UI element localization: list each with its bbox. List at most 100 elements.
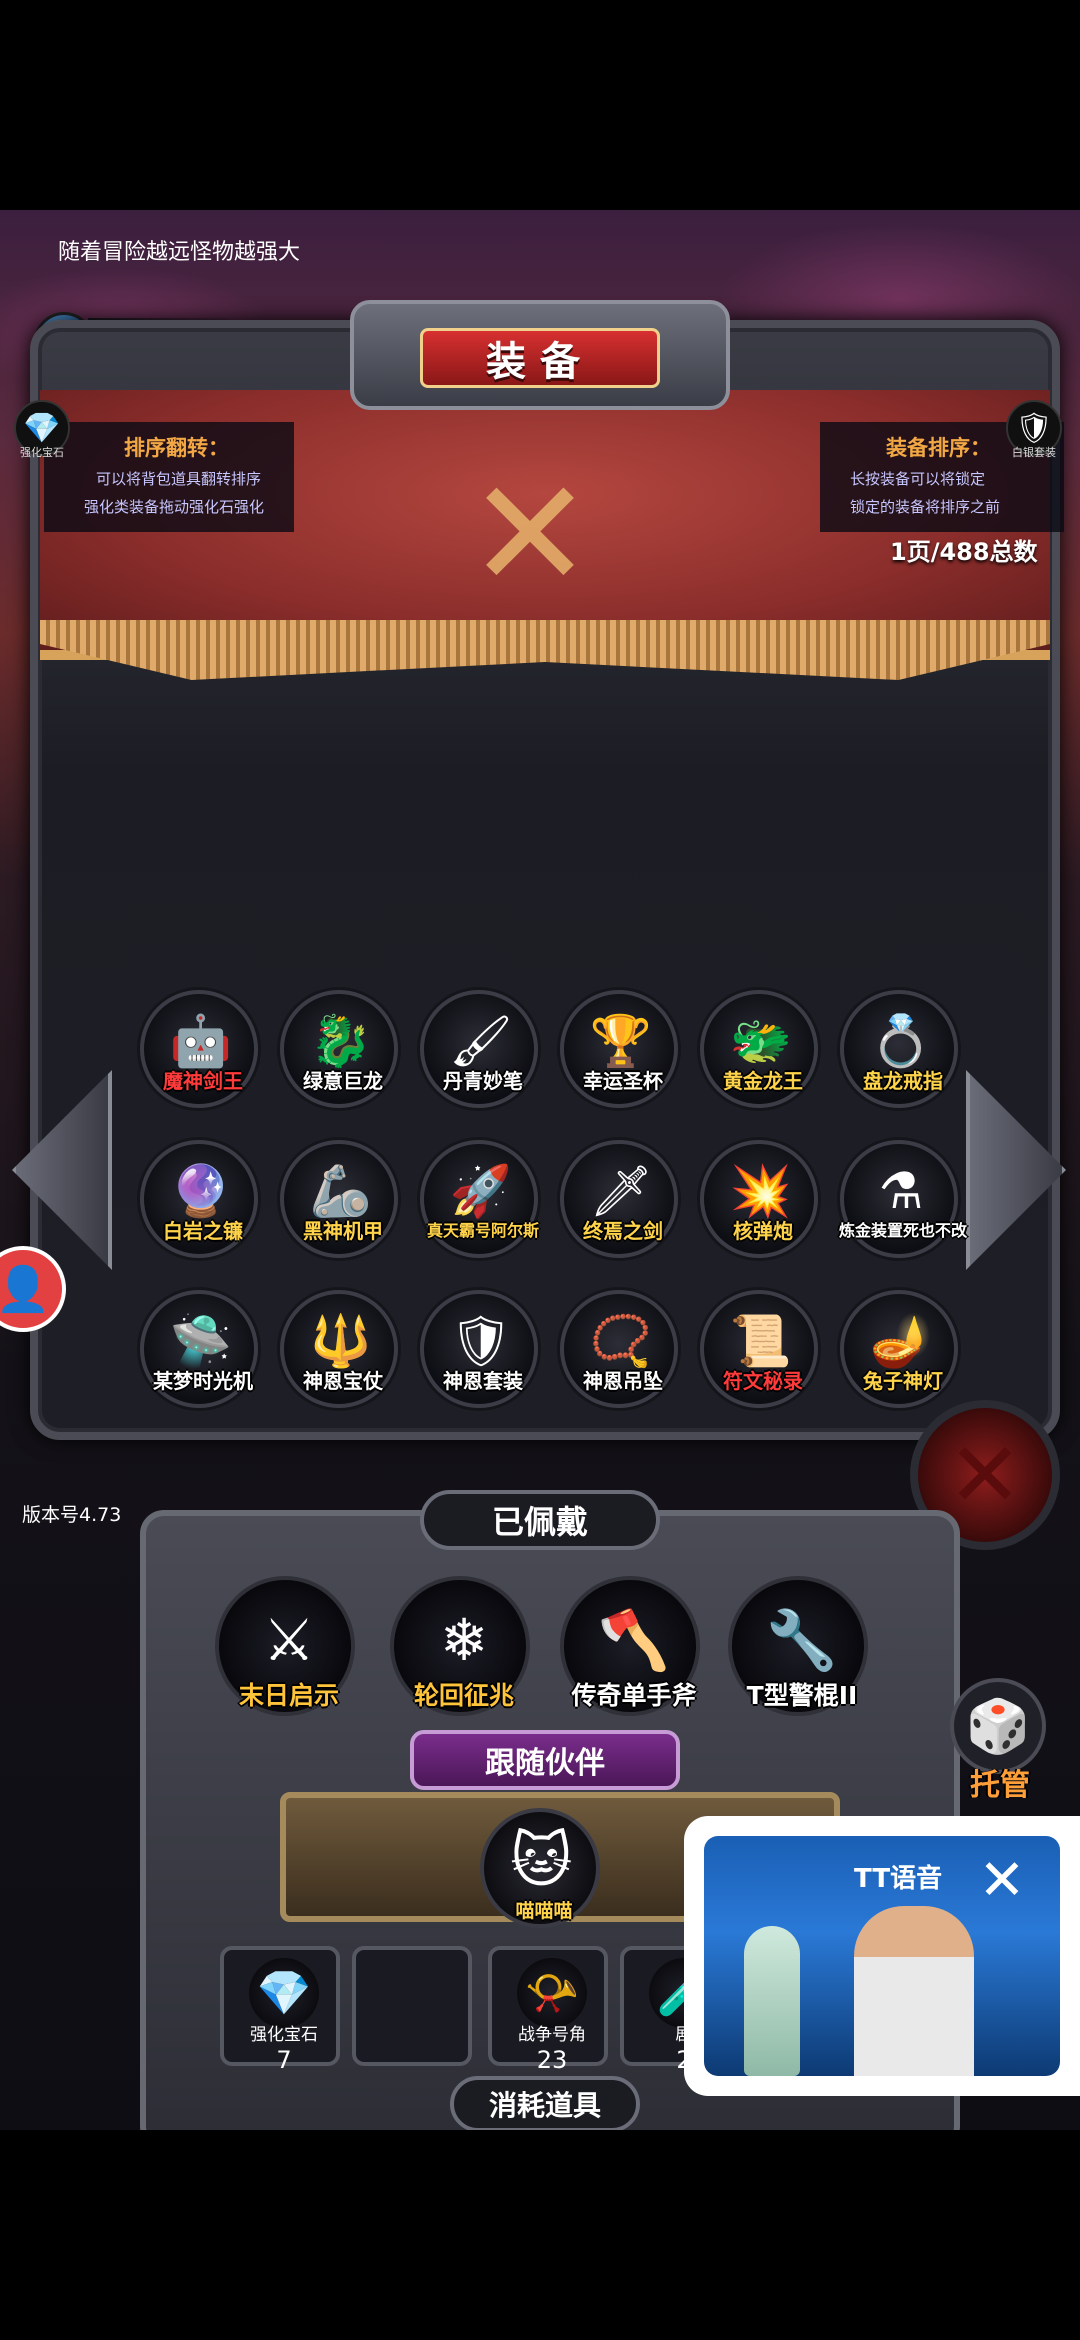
- consumable-count: 23: [536, 2046, 568, 2074]
- item-name: 盘龙戒指: [863, 1069, 943, 1093]
- enhance-gem-sort-icon[interactable]: 💎 强化宝石: [14, 400, 70, 459]
- item-name: 符文秘录: [723, 1369, 803, 1393]
- inventory-item[interactable]: 🛸 某梦时光机: [140, 1290, 258, 1408]
- top-hint: 随着冒险越远怪物越强大: [58, 240, 301, 265]
- item-name: 兔子神灯: [863, 1369, 943, 1393]
- equip-sort-line1: 长按装备可以将锁定: [850, 470, 986, 488]
- item-name: 魔神剑王: [163, 1069, 243, 1093]
- axe-icon: 🪓: [597, 1605, 671, 1674]
- inventory-item[interactable]: ⚗ 炼金装置死也不改: [839, 1140, 967, 1258]
- inventory-item[interactable]: 🔱 神恩宝仗: [280, 1290, 398, 1408]
- item-name: 幸运圣杯: [583, 1069, 663, 1093]
- item-name: 黑神机甲: [303, 1219, 383, 1243]
- sword-icon: 🗡: [589, 1161, 653, 1220]
- item-name: 炼金装置死也不改: [838, 1221, 967, 1240]
- equipped-name: 末日启示: [238, 1681, 339, 1710]
- item-name: 真天霸号阿尔斯: [426, 1221, 539, 1240]
- rune-book-icon: 📜: [729, 1311, 793, 1370]
- consumable-count: 7: [276, 2046, 292, 2074]
- inventory-item[interactable]: 🏆 幸运圣杯: [560, 990, 678, 1108]
- consumable-name: 强化宝石: [250, 2025, 318, 2045]
- item-name: 神恩吊坠: [583, 1369, 663, 1393]
- inventory-item[interactable]: 🐲 黄金龙王: [700, 990, 818, 1108]
- trophy: [744, 1926, 800, 2076]
- inventory-item[interactable]: 📜 符文秘录: [700, 1290, 818, 1408]
- inventory-item[interactable]: 💍 盘龙戒指: [840, 990, 958, 1108]
- inventory-item[interactable]: 🤖 魔神剑王: [140, 990, 258, 1108]
- ship-icon: 🚀: [449, 1161, 513, 1220]
- inventory-item[interactable]: 🛡 神恩套装: [420, 1290, 538, 1408]
- doom-axe-icon: ⚔: [263, 1606, 315, 1674]
- inventory-item[interactable]: 🚀 真天霸号阿尔斯: [420, 1140, 539, 1258]
- inventory-item[interactable]: 💥 核弹炮: [700, 1140, 818, 1258]
- auto-play-button[interactable]: 🎲 托管: [950, 1678, 1050, 1804]
- item-name: 某梦时光机: [153, 1369, 253, 1393]
- page-count: 1页/488总数: [890, 538, 1038, 566]
- follower-pet[interactable]: 🐱 喵喵喵: [480, 1808, 600, 1928]
- inventory-item[interactable]: 🐉 绿意巨龙: [280, 990, 398, 1108]
- cat-knight-icon: 🐱: [510, 1826, 573, 1896]
- robot-icon: 🤖: [169, 1011, 233, 1070]
- chalice-icon: 🏆: [589, 1011, 653, 1070]
- inventory-item[interactable]: 🗡 终焉之剑: [560, 1140, 678, 1258]
- war-horn-icon: 📯: [517, 1958, 587, 2028]
- crossed-swords-emblem: ✕: [467, 448, 593, 622]
- equipped-slot[interactable]: ⚔ 末日启示: [215, 1576, 355, 1716]
- silver-suit-sort-label: 白银套装: [1012, 446, 1056, 459]
- item-name: 神恩套装: [443, 1369, 523, 1393]
- inventory-item[interactable]: 📿 神恩吊坠: [560, 1290, 678, 1408]
- cannon-icon: 💥: [729, 1161, 793, 1220]
- consumable-slot[interactable]: 📯 战争号角 23: [488, 1946, 608, 2074]
- equipped-slot[interactable]: 🔧 T型警棍II: [728, 1576, 868, 1716]
- item-name: 神恩宝仗: [303, 1369, 383, 1393]
- equipped-name: 传奇单手斧: [571, 1681, 697, 1710]
- lamp-icon: 🪔: [869, 1311, 933, 1370]
- silver-suit-sort-icon[interactable]: 🛡 白银套装: [1006, 400, 1062, 459]
- time-machine-icon: 🛸: [169, 1311, 233, 1370]
- item-name: 终焉之剑: [583, 1219, 663, 1243]
- close-icon: ✕: [947, 1422, 1023, 1528]
- baton-icon: 🔧: [765, 1605, 839, 1674]
- alchemy-icon: ⚗: [878, 1162, 924, 1220]
- equipped-name: T型警棍II: [746, 1681, 858, 1710]
- mecha-icon: 🦾: [309, 1161, 373, 1220]
- ice-staff-icon: ❄: [439, 1606, 489, 1674]
- pendant-icon: 📿: [589, 1311, 653, 1370]
- item-name: 丹青妙笔: [443, 1069, 523, 1093]
- inventory-item[interactable]: 🔮 白岩之镰: [140, 1140, 258, 1258]
- version-label: 版本号4.73: [22, 1504, 122, 1526]
- brush-icon: 🖌: [449, 1011, 513, 1070]
- equipped-slot[interactable]: 🪓 传奇单手斧: [560, 1576, 700, 1716]
- panel-title: 装备: [420, 328, 660, 388]
- video-brand: TT语音: [854, 1864, 943, 1894]
- inventory-item[interactable]: 🪔 兔子神灯: [840, 1290, 958, 1408]
- auto-play-label: 托管: [970, 1768, 1030, 1803]
- sort-flip-line1: 可以将背包道具翻转排序: [96, 470, 262, 488]
- gold-dragon-icon: 🐲: [729, 1011, 793, 1070]
- follower-title: 跟随伙伴: [410, 1730, 680, 1790]
- equip-sort-title: 装备排序：: [886, 436, 991, 460]
- scythe-icon: 🔮: [169, 1161, 233, 1220]
- armor-icon: 🛡: [449, 1311, 513, 1370]
- inventory-item[interactable]: 🦾 黑神机甲: [280, 1140, 398, 1258]
- enhance-gem-icon: 💎: [249, 1958, 319, 2028]
- ring-icon: 💍: [869, 1011, 933, 1070]
- sort-flip-info[interactable]: 排序翻转： 可以将背包道具翻转排序 强化类装备拖动强化石强化: [44, 422, 294, 532]
- item-name: 核弹炮: [733, 1219, 793, 1243]
- equipped-name: 轮回征兆: [413, 1681, 514, 1710]
- consumable-name: 战争号角: [518, 2025, 586, 2045]
- pet-name: 喵喵喵: [515, 1900, 573, 1922]
- inventory-item[interactable]: 🖌 丹青妙笔: [420, 990, 538, 1108]
- sort-flip-line2: 强化类装备拖动强化石强化: [84, 498, 265, 516]
- user-icon: 👤: [0, 1264, 51, 1315]
- item-name: 黄金龙王: [723, 1069, 803, 1093]
- item-name: 白岩之镰: [163, 1219, 243, 1243]
- consumable-slot[interactable]: 💎 强化宝石 7: [220, 1946, 340, 2074]
- consumables-title: 消耗道具: [450, 2076, 640, 2130]
- video-close-icon[interactable]: ✕: [972, 1848, 1032, 1913]
- sort-flip-title: 排序翻转：: [124, 436, 229, 460]
- consumable-slot[interactable]: [352, 1946, 472, 2066]
- enhance-gem-sort-label: 强化宝石: [20, 446, 64, 459]
- equipped-slot[interactable]: ❄ 轮回征兆: [390, 1576, 530, 1716]
- equipped-title: 已佩戴: [420, 1490, 660, 1550]
